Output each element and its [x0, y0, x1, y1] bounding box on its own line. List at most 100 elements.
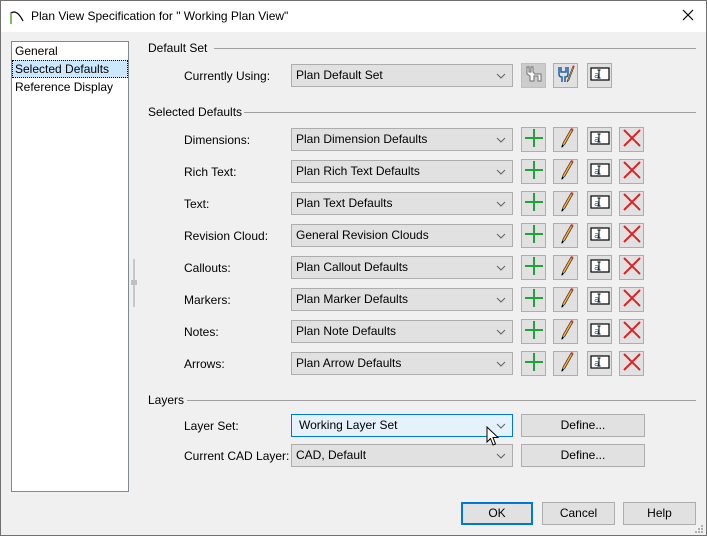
- rename-default-set-button[interactable]: a: [587, 63, 612, 88]
- edit-pencil-icon: [556, 288, 576, 311]
- resize-grip[interactable]: [694, 523, 704, 533]
- rename-button[interactable]: a: [587, 223, 612, 248]
- edit-button[interactable]: [553, 319, 578, 344]
- delete-button[interactable]: [619, 319, 644, 344]
- defaults-row-label: Callouts:: [184, 261, 231, 275]
- close-button[interactable]: [670, 1, 706, 32]
- dialog-window: Plan View Specification for " Working Pl…: [0, 0, 707, 536]
- defaults-dropdown[interactable]: Plan Rich Text Defaults: [291, 160, 513, 183]
- delete-icon: [622, 320, 642, 343]
- add-button[interactable]: [521, 287, 546, 312]
- rename-button[interactable]: a: [587, 319, 612, 344]
- edit-button[interactable]: [553, 351, 578, 376]
- dropdown-value: Plan Default Set: [296, 68, 383, 82]
- edit-button[interactable]: [553, 255, 578, 280]
- cancel-button[interactable]: Cancel: [542, 502, 615, 525]
- group-divider: [244, 112, 696, 113]
- chevron-down-icon: [496, 65, 506, 86]
- ok-button[interactable]: OK: [461, 502, 533, 525]
- add-icon: [524, 256, 544, 279]
- defaults-dropdown[interactable]: Plan Callout Defaults: [291, 256, 513, 279]
- add-button[interactable]: [521, 191, 546, 216]
- delete-button[interactable]: [619, 223, 644, 248]
- edit-button[interactable]: [553, 223, 578, 248]
- edit-default-set-button[interactable]: [553, 63, 578, 88]
- group-divider: [214, 48, 696, 49]
- nav-item-general[interactable]: General: [12, 42, 128, 60]
- defaults-dropdown[interactable]: Plan Dimension Defaults: [291, 128, 513, 151]
- group-header-default-set: Default Set: [148, 40, 207, 56]
- help-button[interactable]: Help: [623, 502, 696, 525]
- chevron-down-icon: [496, 161, 506, 182]
- edit-button[interactable]: [553, 191, 578, 216]
- delete-button[interactable]: [619, 351, 644, 376]
- add-button[interactable]: [521, 223, 546, 248]
- defaults-row-label: Arrows:: [184, 357, 225, 371]
- rename-icon: a: [589, 67, 610, 84]
- delete-icon: [622, 160, 642, 183]
- edit-pencil-icon: [556, 352, 576, 375]
- dropdown-value: Plan Marker Defaults: [296, 292, 409, 306]
- layer-set-dropdown[interactable]: Working Layer Set: [291, 414, 513, 437]
- nav-item-selected-defaults[interactable]: Selected Defaults: [12, 60, 128, 78]
- define-layer-set-button[interactable]: Define...: [521, 414, 645, 437]
- rename-icon: a: [589, 323, 610, 340]
- rename-button[interactable]: a: [587, 191, 612, 216]
- save-defaults-button[interactable]: [521, 63, 546, 88]
- delete-icon: [622, 256, 642, 279]
- dropdown-value: CAD, Default: [296, 448, 367, 462]
- add-button[interactable]: [521, 255, 546, 280]
- edit-pencil-icon: [556, 128, 576, 151]
- arch-icon: [9, 9, 25, 25]
- delete-button[interactable]: [619, 255, 644, 280]
- defaults-dropdown[interactable]: Plan Text Defaults: [291, 192, 513, 215]
- dropdown-value: Plan Text Defaults: [296, 196, 393, 210]
- edit-button[interactable]: [553, 127, 578, 152]
- rename-button[interactable]: a: [587, 287, 612, 312]
- delete-button[interactable]: [619, 287, 644, 312]
- chevron-down-icon: [496, 225, 506, 246]
- splitter-grip[interactable]: [131, 280, 137, 285]
- close-icon: [682, 9, 694, 24]
- add-button[interactable]: [521, 159, 546, 184]
- dropdown-value: Plan Arrow Defaults: [296, 356, 402, 370]
- define-cad-layer-button[interactable]: Define...: [521, 444, 645, 467]
- current-cad-layer-label: Current CAD Layer:: [184, 449, 290, 463]
- delete-button[interactable]: [619, 127, 644, 152]
- delete-button[interactable]: [619, 159, 644, 184]
- defaults-dropdown[interactable]: Plan Arrow Defaults: [291, 352, 513, 375]
- delete-icon: [622, 192, 642, 215]
- chevron-down-icon: [496, 129, 506, 150]
- rename-button[interactable]: a: [587, 159, 612, 184]
- edit-button[interactable]: [553, 287, 578, 312]
- rename-button[interactable]: a: [587, 255, 612, 280]
- dropdown-value: Plan Callout Defaults: [296, 260, 409, 274]
- defaults-row-label: Revision Cloud:: [184, 229, 269, 243]
- defaults-dropdown[interactable]: Plan Note Defaults: [291, 320, 513, 343]
- save-defaults-icon: [524, 64, 544, 87]
- add-button[interactable]: [521, 319, 546, 344]
- add-icon: [524, 128, 544, 151]
- add-icon: [524, 192, 544, 215]
- delete-icon: [622, 288, 642, 311]
- defaults-dropdown[interactable]: Plan Marker Defaults: [291, 288, 513, 311]
- defaults-row-label: Notes:: [184, 325, 219, 339]
- nav-item-reference-display[interactable]: Reference Display: [12, 78, 128, 96]
- delete-icon: [622, 224, 642, 247]
- currently-using-dropdown[interactable]: Plan Default Set: [291, 64, 513, 87]
- group-header-layers: Layers: [148, 392, 184, 408]
- rename-icon: a: [589, 131, 610, 148]
- add-button[interactable]: [521, 127, 546, 152]
- defaults-dropdown[interactable]: General Revision Clouds: [291, 224, 513, 247]
- defaults-row-label: Markers:: [184, 293, 231, 307]
- rename-button[interactable]: a: [587, 127, 612, 152]
- category-list[interactable]: General Selected Defaults Reference Disp…: [11, 41, 129, 492]
- current-cad-layer-dropdown[interactable]: CAD, Default: [291, 444, 513, 467]
- defaults-row-label: Text:: [184, 197, 210, 211]
- delete-button[interactable]: [619, 191, 644, 216]
- group-title: Layers: [148, 393, 185, 407]
- edit-button[interactable]: [553, 159, 578, 184]
- rename-button[interactable]: a: [587, 351, 612, 376]
- add-button[interactable]: [521, 351, 546, 376]
- delete-icon: [622, 128, 642, 151]
